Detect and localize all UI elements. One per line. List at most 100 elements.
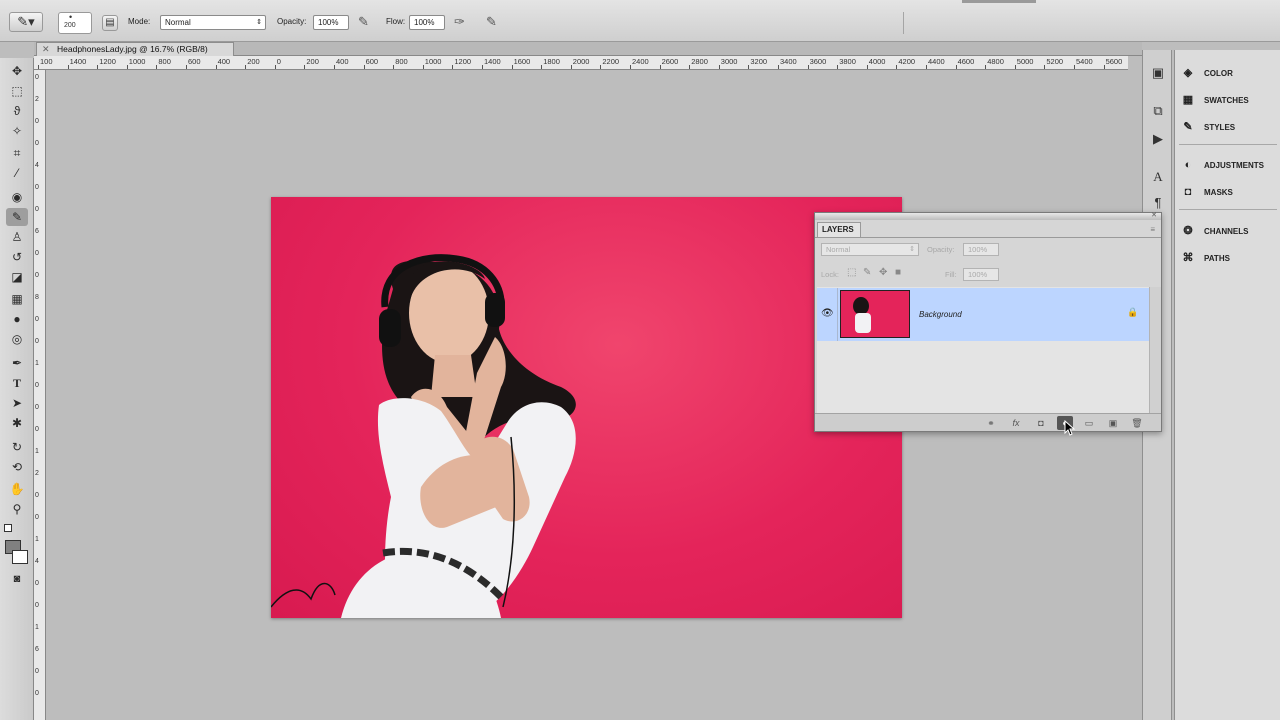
link-layers-icon[interactable]: ⚭ [983, 416, 999, 430]
mouse-cursor-icon [1064, 420, 1076, 436]
ruler-tick [482, 65, 483, 69]
layer-style-icon[interactable]: fx [1008, 416, 1024, 430]
ruler-label: 0 [35, 140, 39, 147]
navigator-icon[interactable]: ▣ [1149, 64, 1167, 82]
panel-masks[interactable]: ◘ MASKS [1181, 183, 1277, 201]
pen-tool-icon[interactable]: ✒ [6, 354, 28, 372]
layers-panel-titlebar[interactable] [815, 213, 1161, 220]
background-color-swatch[interactable] [12, 550, 28, 564]
workspace-switcher[interactable] [962, 0, 1036, 3]
3d-rotate-tool-icon[interactable]: ↻ [6, 438, 28, 456]
blur-tool-icon[interactable]: ● [6, 310, 28, 328]
mode-select[interactable]: Normal ⇕ [160, 15, 266, 30]
ruler-label: 0 [35, 690, 39, 697]
ruler-label: 1 [35, 536, 39, 543]
airbrush-icon[interactable]: ✑ [454, 14, 465, 30]
panel-channels[interactable]: ❂ CHANNELS [1181, 222, 1277, 240]
panel-color[interactable]: ◈ COLOR [1181, 64, 1277, 82]
blend-mode-select[interactable]: Normal ⇕ [821, 243, 919, 256]
tools-panel: ✥ ⬚ ϑ ✧ ⌗ ⁄ ◉ ✎ ♙ ↺ ◪ ▦ ● ◎ ✒ T ➤ ✱ ↻ ⟲ … [0, 58, 34, 720]
type-tool-icon[interactable]: T [6, 374, 28, 392]
ruler-label: 0 [35, 426, 39, 433]
panel-swatches[interactable]: ▦ SWATCHES [1181, 91, 1277, 109]
ruler-label: 1800 [543, 57, 560, 66]
tab-layers[interactable]: LAYERS [817, 222, 861, 237]
lock-all-icon[interactable]: ■ [895, 267, 901, 278]
ruler-tick [541, 65, 543, 69]
ruler-label: 0 [35, 580, 39, 587]
paragraph-icon[interactable]: ¶ [1149, 194, 1167, 212]
ruler-label: 2000 [572, 57, 590, 66]
panel-adjustments[interactable]: ◐ ADJUSTMENTS [1181, 156, 1277, 174]
layers-footer: ⚭ fx ◘ ◐ ▭ ▣ 🗑 [815, 413, 1161, 431]
tablet-pressure-size-icon[interactable]: ✎ [486, 14, 497, 30]
lock-position-icon[interactable]: ✥ [879, 267, 887, 278]
styles-icon: ✎ [1183, 121, 1193, 133]
layer-opacity-input[interactable]: 100% [963, 243, 999, 256]
lock-label: Lock: [821, 270, 839, 279]
3d-orbit-tool-icon[interactable]: ⟲ [6, 458, 28, 476]
ruler-label: 5400 [1076, 57, 1093, 66]
close-icon[interactable]: ✕ [42, 43, 50, 55]
ruler-tick [334, 65, 335, 69]
gradient-tool-icon[interactable]: ▦ [6, 290, 28, 308]
eyedropper-tool-icon[interactable]: ⁄ [6, 164, 28, 182]
visibility-eye-icon[interactable]: 👁 [821, 308, 834, 319]
panel-menu-icon[interactable]: ≡ [1150, 225, 1155, 234]
shape-tool-icon[interactable]: ✱ [6, 414, 28, 432]
lasso-tool-icon[interactable]: ϑ [6, 102, 28, 120]
panel-paths[interactable]: ⌘ PATHS [1181, 249, 1277, 267]
crop-tool-icon[interactable]: ⌗ [6, 144, 28, 162]
lock-transparent-icon[interactable]: ⬚ [847, 267, 856, 278]
ruler-label: 2400 [632, 57, 649, 66]
history-brush-tool-icon[interactable]: ↺ [6, 248, 28, 266]
delete-layer-icon[interactable]: 🗑 [1129, 416, 1145, 430]
new-group-icon[interactable]: ▭ [1081, 416, 1097, 430]
path-selection-tool-icon[interactable]: ➤ [6, 394, 28, 412]
hand-tool-icon[interactable]: ✋ [6, 480, 28, 498]
spot-healing-tool-icon[interactable]: ◉ [6, 188, 28, 206]
ruler-label: 4 [35, 162, 39, 169]
ruler-label: 1600 [513, 57, 531, 66]
ruler-label: 1000 [424, 57, 442, 66]
opacity-input[interactable]: 100% [313, 15, 349, 30]
panel-styles[interactable]: ✎ STYLES [1181, 118, 1277, 136]
document-image[interactable] [271, 197, 902, 618]
marquee-tool-icon[interactable]: ⬚ [6, 82, 28, 100]
layers-scrollbar[interactable] [1149, 287, 1161, 413]
flow-input[interactable]: 100% [409, 15, 445, 30]
panel-close-icon[interactable]: ✕ [1151, 211, 1157, 219]
eraser-tool-icon[interactable]: ◪ [6, 268, 28, 286]
brush-tool-icon[interactable]: ✎ [6, 208, 28, 226]
brush-panel-toggle-icon[interactable]: ▤ [102, 15, 118, 31]
ruler-label: 4000 [868, 57, 886, 66]
ruler-tick [689, 65, 691, 69]
document-tab[interactable]: ✕ HeadphonesLady.jpg @ 16.7% (RGB/8) [36, 42, 234, 56]
horizontal-ruler[interactable]: 100 1400 1200 1000 800 600 400 200 0 200 400 600 800… [34, 56, 1128, 70]
ruler-label: 1 [35, 624, 39, 631]
new-layer-icon[interactable]: ▣ [1105, 416, 1121, 430]
opacity-pressure-icon[interactable]: ✎ [358, 14, 369, 30]
ruler-label: 4400 [928, 57, 945, 66]
options-divider [903, 12, 904, 34]
actions-icon[interactable]: ▶ [1149, 130, 1167, 148]
move-tool-icon[interactable]: ✥ [6, 62, 28, 80]
vertical-ruler[interactable]: 0 2 0 0 4 0 0 6 0 0 8 0 0 1 0 0 0 1 2 0 0 1 4 0 0 1 6 0 0 [34, 70, 46, 720]
brush-tool-preset-picker[interactable]: ✎▾ [9, 12, 43, 32]
character-icon[interactable]: A [1149, 168, 1167, 186]
history-icon[interactable]: ⧉ [1149, 102, 1167, 120]
ruler-tick [215, 65, 217, 69]
fill-input[interactable]: 100% [963, 268, 999, 281]
quick-selection-tool-icon[interactable]: ✧ [6, 122, 28, 140]
add-mask-icon[interactable]: ◘ [1033, 416, 1049, 430]
dodge-tool-icon[interactable]: ◎ [6, 330, 28, 348]
brush-size-picker[interactable]: • 200 [58, 12, 92, 34]
panel-divider [1179, 209, 1277, 210]
zoom-tool-icon[interactable]: ⚲ [6, 500, 28, 518]
quick-mask-icon[interactable]: ◙ [6, 570, 28, 588]
clone-stamp-tool-icon[interactable]: ♙ [6, 228, 28, 246]
layer-row-background[interactable]: 👁 Background 🔒 [817, 288, 1149, 341]
ruler-label: 4600 [957, 57, 975, 66]
default-colors-icon[interactable] [4, 524, 12, 532]
lock-image-icon[interactable]: ✎ [863, 267, 871, 278]
